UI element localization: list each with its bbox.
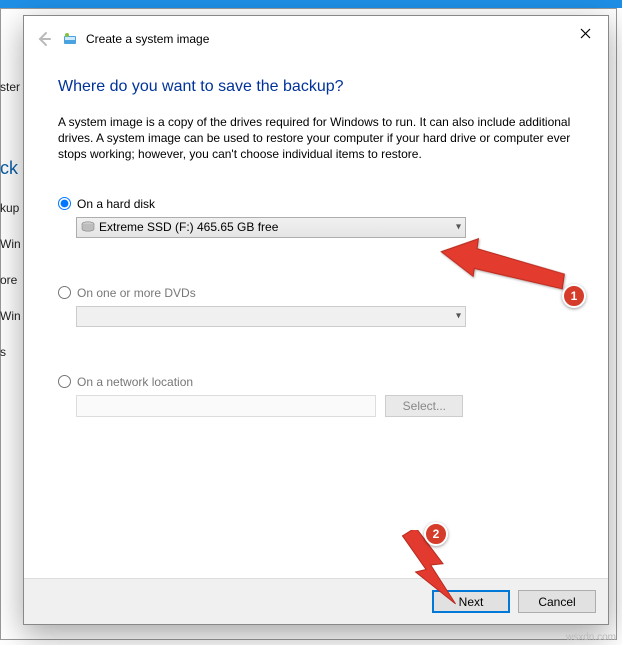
option-network: On a network location Select... <box>58 375 574 417</box>
radio-dvd-input[interactable] <box>58 286 71 299</box>
network-path-field <box>76 395 376 417</box>
radio-hard-disk[interactable]: On a hard disk <box>58 197 574 211</box>
back-arrow-icon <box>35 30 53 48</box>
next-button[interactable]: Next <box>432 590 510 613</box>
radio-hard-disk-label: On a hard disk <box>77 197 155 211</box>
option-dvd: On one or more DVDs ▾ <box>58 286 574 327</box>
close-icon <box>580 28 591 39</box>
dialog-footer: Next Cancel <box>24 578 608 624</box>
watermark: wsxdn.com <box>566 632 616 643</box>
drive-select-value: Extreme SSD (F:) 465.65 GB free <box>99 220 278 234</box>
background-titlebar <box>0 0 622 8</box>
radio-network-label: On a network location <box>77 375 193 389</box>
radio-network[interactable]: On a network location <box>58 375 574 389</box>
network-select-button: Select... <box>385 395 463 417</box>
dialog-title: Create a system image <box>86 32 209 46</box>
radio-network-input[interactable] <box>58 375 71 388</box>
cancel-button[interactable]: Cancel <box>518 590 596 613</box>
close-button[interactable] <box>564 18 606 48</box>
chevron-down-icon: ▾ <box>456 222 461 233</box>
dvd-select-dropdown: ▾ <box>76 306 466 327</box>
hard-disk-icon <box>81 220 95 234</box>
background-sidebar-text: ster ck u kup Win ore Win s <box>0 40 18 359</box>
back-button[interactable] <box>32 27 56 51</box>
drive-select-dropdown[interactable]: Extreme SSD (F:) 465.65 GB free ▾ <box>76 217 466 238</box>
radio-dvd-label: On one or more DVDs <box>77 286 196 300</box>
description-text: A system image is a copy of the drives r… <box>58 114 574 163</box>
system-image-icon <box>62 31 78 47</box>
create-system-image-dialog: Create a system image Where do you want … <box>23 15 609 625</box>
dialog-body: Where do you want to save the backup? A … <box>24 62 608 578</box>
option-hard-disk: On a hard disk Extreme SSD (F:) 465.65 G… <box>58 197 574 238</box>
chevron-down-icon: ▾ <box>456 311 461 322</box>
radio-hard-disk-input[interactable] <box>58 197 71 210</box>
radio-dvd[interactable]: On one or more DVDs <box>58 286 574 300</box>
dialog-header: Create a system image <box>24 16 608 62</box>
main-instruction: Where do you want to save the backup? <box>58 78 574 96</box>
